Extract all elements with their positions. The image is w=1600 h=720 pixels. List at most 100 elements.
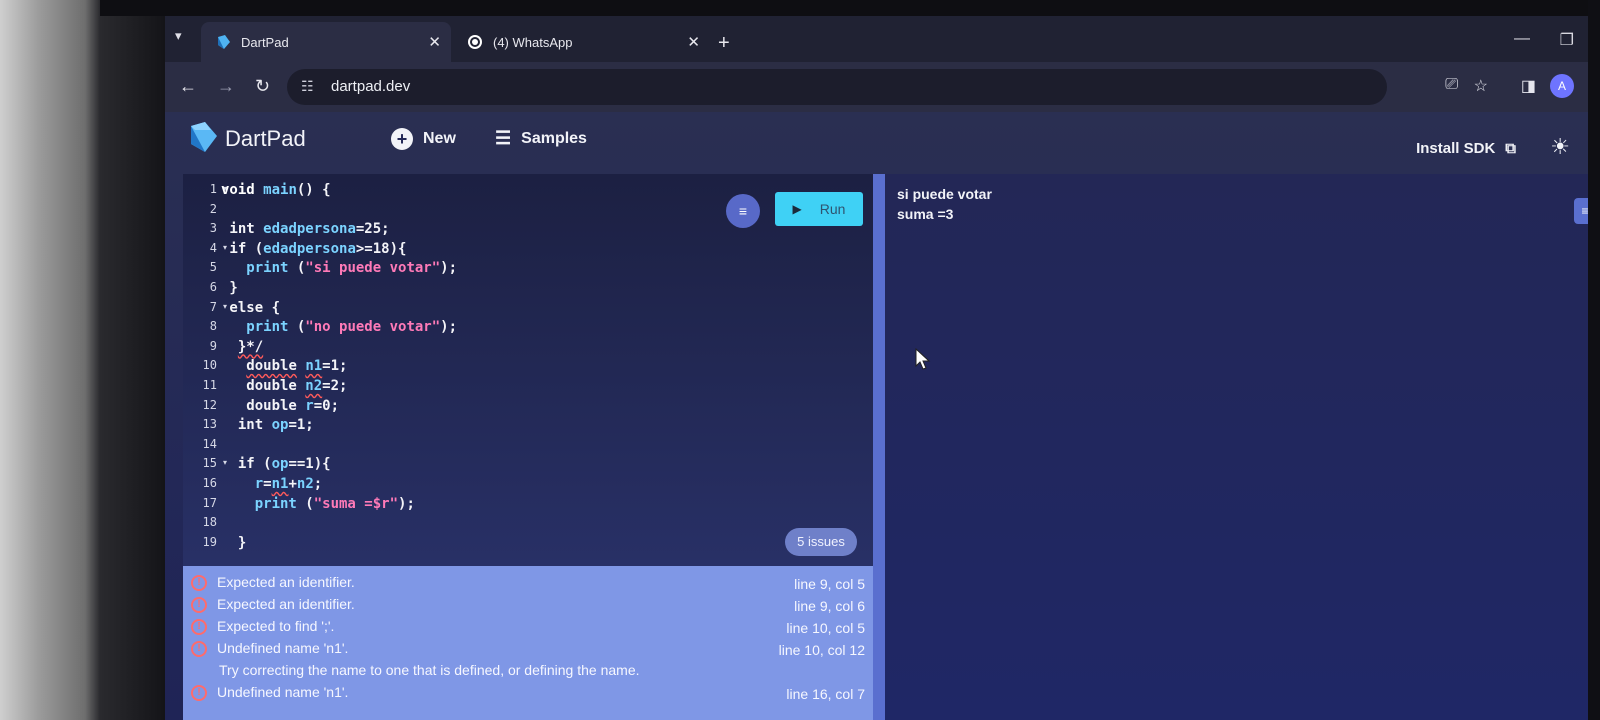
close-icon[interactable]: ✕ [428, 33, 441, 51]
mouse-cursor-icon [915, 348, 931, 370]
code-token: "si puede votar" [305, 260, 441, 277]
code-token-error: n2 [305, 377, 323, 394]
problem-message: Expected to find ';'. [217, 618, 335, 634]
code-lines[interactable]: void main() { int edadpersona=25; if (ed… [221, 182, 781, 554]
line-number: 19 [202, 534, 217, 549]
output-menu-icon[interactable]: ≡ [1574, 198, 1588, 224]
run-button[interactable]: ▶ Run [775, 192, 863, 226]
code-line: double n2=2; [221, 378, 781, 398]
error-icon: ! [191, 575, 207, 591]
reload-icon[interactable]: ↻ [255, 76, 270, 97]
line-number: 5 [209, 260, 217, 275]
line-number: 8 [209, 319, 217, 334]
code-line: int edadpersona=25; [221, 221, 781, 241]
code-line: if (op==1){ [221, 456, 781, 476]
line-number: 15 [202, 456, 217, 471]
url-text[interactable]: dartpad.dev [331, 78, 410, 95]
code-editor[interactable]: 1 2 3 4 5 6 7 8 9 10 11 12 13 14 15 16 1… [183, 174, 873, 566]
problem-item[interactable]: ! Expected to find ';'. line 10, col 5 [183, 616, 873, 638]
install-sdk-label: Install SDK [1416, 140, 1496, 157]
line-number: 2 [209, 201, 217, 216]
dartpad-logo-icon [191, 122, 217, 152]
problem-message: Undefined name 'n1'. [217, 684, 349, 700]
code-line: double r=0; [221, 398, 781, 418]
install-app-icon[interactable]: ⎚ [1445, 76, 1458, 94]
close-icon[interactable]: ✕ [687, 33, 700, 51]
code-token: main [263, 182, 297, 198]
omnibox[interactable]: ☷ dartpad.dev [287, 69, 1387, 105]
code-line: double n1=1; [221, 358, 781, 378]
format-button[interactable]: ≡ [726, 194, 760, 228]
code-token: ); [440, 319, 458, 336]
problem-item[interactable]: ! Expected an identifier. line 9, col 6 [183, 594, 873, 616]
tab-search-icon[interactable]: ▾ [175, 28, 193, 46]
code-line: } [221, 279, 238, 296]
forward-arrow-icon[interactable]: → [217, 76, 235, 97]
problem-hint: Try correcting the name to one that is d… [219, 662, 640, 678]
new-button[interactable]: + New [391, 128, 456, 150]
code-line: if (edadpersona>=18){ [221, 241, 781, 261]
line-number: 3 [209, 221, 217, 236]
run-label: Run [819, 201, 846, 217]
problem-message: Expected an identifier. [217, 596, 355, 612]
problem-location: line 9, col 6 [794, 598, 865, 614]
code-token: = [263, 475, 272, 492]
problem-location: line 10, col 12 [778, 642, 865, 658]
problem-location: line 10, col 5 [786, 620, 865, 636]
playlist-add-icon: ☰ [495, 128, 512, 148]
minimize-icon[interactable]: — [1514, 30, 1530, 48]
code-token: if ( [221, 456, 272, 473]
format-align-icon: ≡ [738, 203, 748, 219]
tab-dartpad[interactable]: DartPad ✕ [201, 22, 451, 62]
side-panel-icon[interactable]: ◨ [1521, 76, 1536, 96]
site-info-icon[interactable]: ☷ [301, 78, 314, 95]
app-title: DartPad [225, 126, 306, 151]
problem-item[interactable]: ! Undefined name 'n1'. line 16, col 7 [183, 682, 873, 704]
line-number: 12 [202, 397, 217, 412]
tab-whatsapp[interactable]: (4) WhatsApp ✕ [455, 22, 710, 62]
line-number: 9 [209, 338, 217, 353]
code-token: =0; [313, 397, 340, 414]
code-token: void [221, 182, 264, 198]
problem-item[interactable]: ! Undefined name 'n1'. line 10, col 12 [183, 638, 873, 660]
issues-badge[interactable]: 5 issues [785, 528, 857, 556]
code-token: n2 [296, 475, 314, 492]
code-token: =1; [322, 358, 348, 375]
output-line: si puede votar [897, 186, 992, 202]
bookmark-star-icon[interactable]: ☆ [1474, 76, 1488, 96]
code-token: "suma =$r" [313, 495, 399, 512]
code-token-error: n1 [271, 475, 289, 492]
code-token-error: double [246, 358, 297, 375]
code-token: if ( [221, 240, 264, 257]
restore-icon[interactable]: ❐ [1560, 30, 1574, 50]
code-token: double [221, 377, 306, 394]
theme-toggle-sun-icon[interactable]: ☀ [1550, 134, 1570, 160]
samples-label: Samples [521, 129, 587, 147]
code-token: >=18){ [355, 240, 407, 257]
code-line: } [221, 534, 247, 551]
samples-button[interactable]: ☰ Samples [495, 128, 587, 149]
output-line: suma =3 [897, 206, 954, 222]
new-tab-icon[interactable]: + [718, 32, 730, 55]
code-token: int [221, 417, 272, 434]
back-arrow-icon[interactable]: ← [179, 76, 197, 97]
install-sdk-link[interactable]: Install SDK ⧉ [1416, 140, 1516, 157]
code-line: int op=1; [221, 417, 781, 437]
play-icon: ▶ [792, 202, 802, 216]
code-token: () { [296, 182, 331, 198]
line-number-gutter: 1 2 3 4 5 6 7 8 9 10 11 12 13 14 15 16 1… [183, 182, 219, 554]
console-output: si puede votar suma =3 ≡ [885, 174, 1588, 720]
profile-avatar[interactable]: A [1550, 74, 1574, 98]
error-icon: ! [191, 619, 207, 635]
line-number: 7 [209, 299, 217, 314]
problem-item[interactable]: ! Expected an identifier. line 9, col 5 [183, 572, 873, 594]
split-divider[interactable] [873, 174, 885, 720]
line-number: 16 [202, 475, 217, 490]
code-token: ); [398, 495, 415, 512]
code-token: ); [440, 260, 458, 277]
tab-title: (4) WhatsApp [493, 34, 573, 50]
code-token: edadpersona [263, 221, 356, 238]
